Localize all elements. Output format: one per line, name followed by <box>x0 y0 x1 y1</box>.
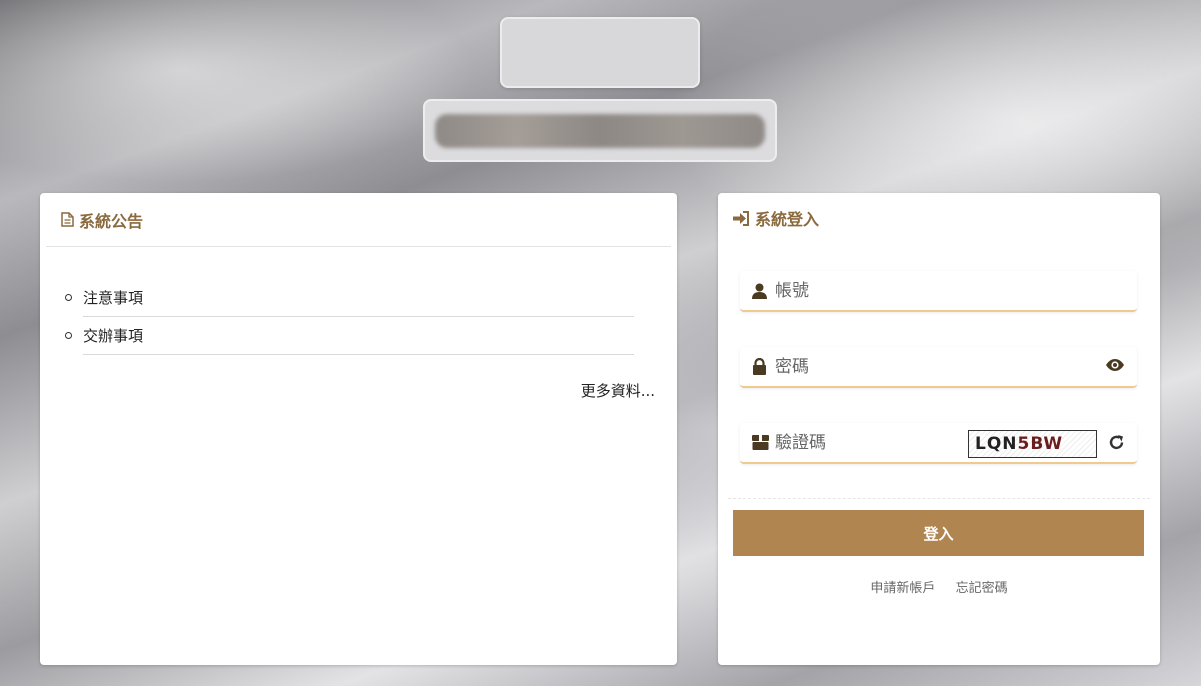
captcha-text-a: LQN <box>975 434 1018 454</box>
username-field <box>740 271 1137 312</box>
box-icon <box>752 435 770 450</box>
logo-placeholder <box>500 17 700 88</box>
announcement-title: 系統公告 <box>79 211 144 231</box>
login-button[interactable]: 登入 <box>733 510 1144 556</box>
login-title: 系統登入 <box>755 210 820 229</box>
announcement-item[interactable]: 交辦事項 <box>65 317 634 355</box>
captcha-image: LQN 5BW <box>968 430 1097 458</box>
login-header: 系統登入 <box>718 193 1160 243</box>
forgot-password-link[interactable]: 忘記密碼 <box>956 581 1008 596</box>
announcement-panel: 系統公告 注意事項 交辦事項 更多資料... <box>40 193 677 665</box>
sign-in-icon <box>732 210 750 226</box>
announcement-header: 系統公告 <box>46 193 671 247</box>
refresh-icon[interactable] <box>1108 434 1125 451</box>
file-text-icon <box>61 212 74 227</box>
username-input[interactable] <box>775 280 975 301</box>
eye-icon[interactable] <box>1105 358 1125 372</box>
lock-icon <box>752 358 770 375</box>
system-name-banner <box>423 99 777 162</box>
login-panel: 系統登入 LQN5BW 登入 申請新帳戶 忘記密碼 <box>718 193 1160 665</box>
captcha-text-b: 5BW <box>1017 434 1064 454</box>
captcha-field: LQN5BW <box>740 423 1137 464</box>
system-name-blurred <box>435 113 765 148</box>
account-links: 申請新帳戶 忘記密碼 <box>718 577 1160 596</box>
password-field <box>740 347 1137 388</box>
user-icon <box>752 283 770 299</box>
register-link[interactable]: 申請新帳戶 <box>870 581 935 596</box>
form-divider <box>728 498 1150 499</box>
password-input[interactable] <box>775 356 975 377</box>
more-link[interactable]: 更多資料... <box>581 380 655 401</box>
captcha-input[interactable] <box>775 432 975 453</box>
announcement-list: 注意事項 交辦事項 <box>40 279 677 355</box>
announcement-item[interactable]: 注意事項 <box>65 279 634 317</box>
